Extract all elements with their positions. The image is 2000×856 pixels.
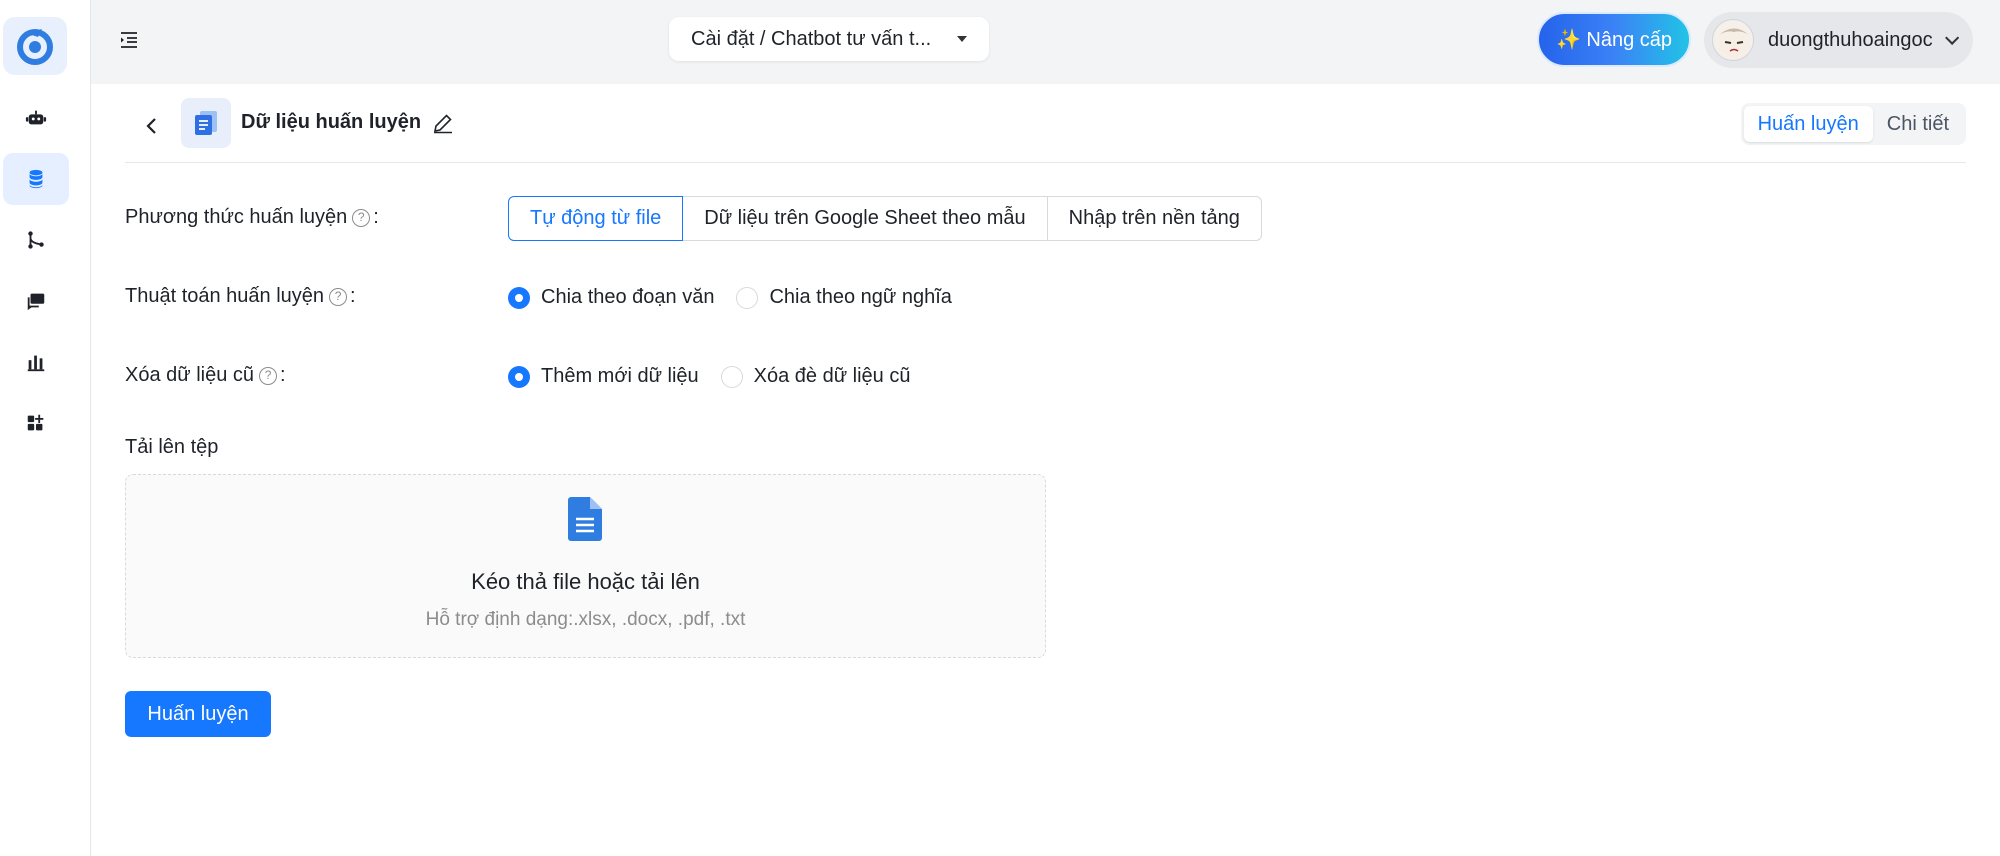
help-icon[interactable]: ? (259, 366, 278, 385)
sidebar-item-data[interactable] (3, 153, 69, 205)
training-method-group: Tự động từ file Dữ liệu trên Google Shee… (508, 196, 1262, 241)
upload-label: Tải lên tệp (125, 436, 219, 458)
delete-old-radio-group: Thêm mới dữ liệu Xóa đè dữ liệu cũ (508, 365, 932, 388)
sidebar-item-conversations[interactable] (3, 275, 69, 327)
train-button[interactable]: Huấn luyện (125, 691, 271, 737)
sidebar-item-bots[interactable] (3, 92, 69, 144)
method-google-sheet-button[interactable]: Dữ liệu trên Google Sheet theo mẫu (682, 196, 1048, 241)
database-icon (29, 169, 43, 189)
training-algorithm-label: Thuật toán huấn luyện ? : (125, 285, 356, 308)
sidebar-item-analytics[interactable] (3, 336, 69, 388)
radio-dot (720, 365, 743, 388)
help-icon[interactable]: ? (352, 208, 371, 227)
sidebar (0, 0, 91, 856)
bot-icon (25, 110, 47, 125)
chat-icon (27, 293, 45, 311)
page-header: Dữ liệu huấn luyện Huấn luyện Chi tiết (125, 98, 1966, 163)
radio-dot (508, 286, 530, 309)
caret-down-icon (957, 36, 967, 42)
help-icon[interactable]: ? (329, 287, 348, 306)
method-auto-file-button[interactable]: Tự động từ file (508, 196, 684, 241)
chevron-down-icon (1945, 30, 1960, 45)
radio-label: Chia theo ngữ nghĩa (769, 286, 952, 308)
view-tabs: Huấn luyện Chi tiết (1740, 103, 1966, 145)
radio-append-data[interactable]: Thêm mới dữ liệu (508, 365, 699, 388)
edit-icon[interactable] (431, 111, 455, 135)
training-method-label-text: Phương thức huấn luyện (125, 206, 348, 228)
label-colon: : (280, 364, 286, 386)
dropzone-hint: Hỗ trợ định dạng:.xlsx, .docx, .pdf, .tx… (425, 609, 746, 630)
apps-icon (27, 414, 44, 431)
file-icon (568, 497, 602, 541)
menu-toggle-icon[interactable] (117, 28, 141, 52)
label-colon: : (373, 206, 379, 228)
document-badge (181, 98, 231, 148)
radio-split-semantic[interactable]: Chia theo ngữ nghĩa (736, 286, 952, 309)
delete-old-data-label-text: Xóa dữ liệu cũ (125, 364, 255, 386)
training-algorithm-label-text: Thuật toán huấn luyện (125, 285, 325, 307)
delete-old-data-label: Xóa dữ liệu cũ ? : (125, 364, 286, 387)
radio-label: Thêm mới dữ liệu (541, 365, 699, 387)
document-icon (195, 111, 217, 135)
algorithm-radio-group: Chia theo đoạn văn Chia theo ngữ nghĩa (508, 286, 974, 309)
back-arrow-icon[interactable] (140, 114, 164, 138)
radio-split-paragraph[interactable]: Chia theo đoạn văn (508, 286, 714, 309)
radio-dot (736, 286, 759, 309)
user-menu[interactable]: duongthuhoaingoc (1704, 12, 1973, 68)
file-dropzone[interactable]: Kéo thả file hoặc tải lên Hỗ trợ định dạ… (125, 474, 1046, 658)
dropzone-title: Kéo thả file hoặc tải lên (471, 569, 700, 594)
upgrade-button[interactable]: ✨ Nâng cấp (1537, 12, 1691, 67)
breadcrumb-text: Cài đặt / Chatbot tư vấn t... (691, 27, 932, 50)
user-name: duongthuhoaingoc (1768, 28, 1933, 51)
radio-label: Chia theo đoạn văn (541, 286, 715, 308)
app-logo[interactable] (3, 17, 67, 75)
method-platform-input-button[interactable]: Nhập trên nền tảng (1046, 196, 1262, 241)
flow-icon (28, 231, 44, 249)
chart-icon (27, 355, 45, 372)
training-method-label: Phương thức huấn luyện ? : (125, 206, 379, 229)
tab-details[interactable]: Chi tiết (1873, 106, 1963, 142)
sidebar-item-flows[interactable] (3, 214, 69, 266)
radio-label: Xóa đè dữ liệu cũ (753, 365, 911, 387)
logo-icon (17, 29, 53, 65)
sidebar-item-apps[interactable] (3, 397, 69, 449)
radio-overwrite-data[interactable]: Xóa đè dữ liệu cũ (720, 365, 911, 388)
topbar: Cài đặt / Chatbot tư vấn t... ✨ Nâng cấp… (91, 0, 2000, 84)
avatar (1712, 19, 1754, 61)
chatbot-breadcrumb-select[interactable]: Cài đặt / Chatbot tư vấn t... (669, 17, 989, 61)
radio-dot (508, 365, 530, 388)
tab-training[interactable]: Huấn luyện (1743, 106, 1873, 142)
label-colon: : (350, 285, 356, 307)
page-title: Dữ liệu huấn luyện (241, 111, 422, 133)
